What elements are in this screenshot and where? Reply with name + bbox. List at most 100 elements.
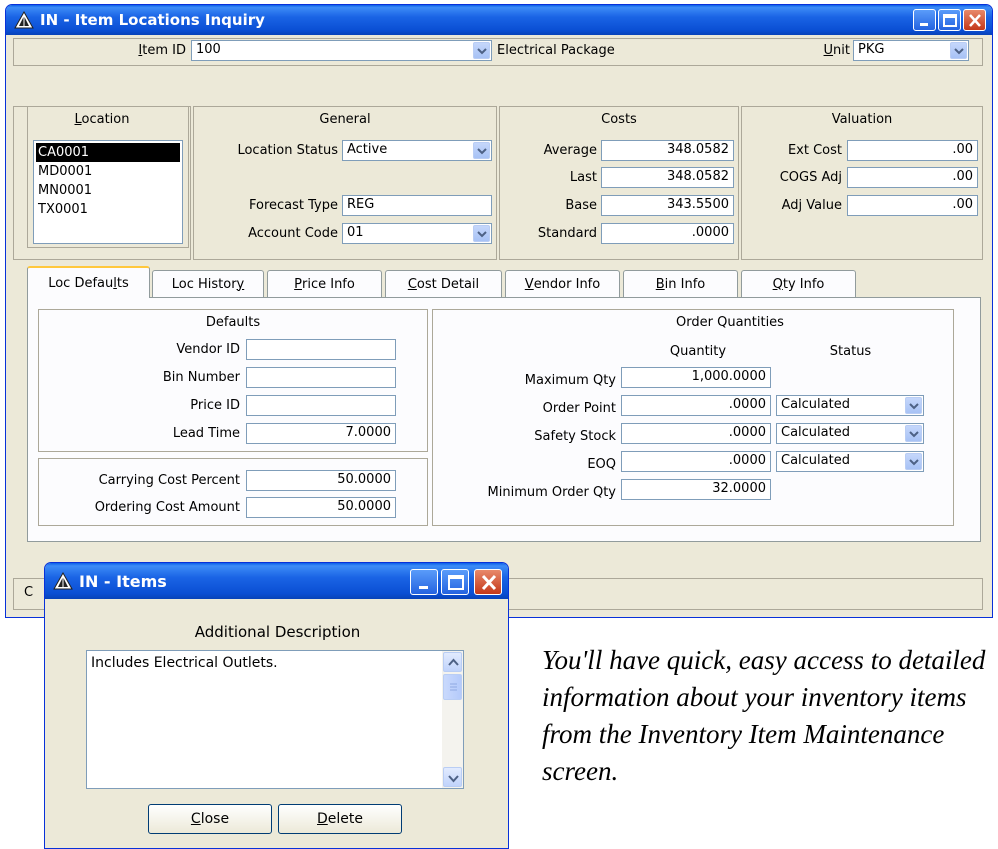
maximize-button[interactable] — [938, 9, 961, 31]
tab-qty-info[interactable]: Qty Info — [741, 270, 856, 297]
min-order-qty-label: Minimum Order Qty — [487, 485, 616, 500]
price-id-field[interactable] — [246, 395, 396, 416]
cost-label-last: Last — [569, 170, 597, 185]
items-maximize-button[interactable] — [441, 569, 469, 595]
scroll-down-button[interactable] — [443, 767, 462, 787]
cost-label-base: Base — [565, 198, 597, 213]
item-id-dropdown-button[interactable] — [473, 42, 490, 59]
minimize-icon — [920, 23, 928, 26]
location-list[interactable]: CA0001 MD0001 MN0001 TX0001 — [33, 140, 183, 244]
carrying-cost-label: Carrying Cost Percent — [98, 473, 240, 488]
tab-loc-defaults[interactable]: Loc Defau l ts — [27, 266, 150, 298]
min-order-qty-field[interactable]: 32.0000 — [621, 479, 771, 500]
ext-cost-field[interactable]: .00 — [847, 140, 978, 161]
vendor-id-field[interactable] — [246, 339, 396, 360]
cost-standard-field[interactable]: .0000 — [601, 223, 734, 244]
close-window-button[interactable] — [963, 9, 986, 31]
location-status-combo[interactable]: Active — [342, 140, 492, 161]
location-list-item[interactable]: MN0001 — [36, 181, 180, 200]
order-point-status-combo[interactable]: Calculated — [776, 395, 924, 416]
cost-average-field[interactable]: 348.0582 — [601, 140, 734, 161]
tab-bin-info[interactable]: Bin Info — [623, 270, 738, 297]
location-list-item[interactable]: TX0001 — [36, 200, 180, 219]
close-button[interactable]: Close — [148, 804, 272, 834]
status-header: Status — [829, 344, 872, 359]
lead-time-field[interactable]: 7.0000 — [246, 423, 396, 444]
additional-description-label: Additional Description — [194, 623, 361, 641]
delete-button[interactable]: Delete — [278, 804, 402, 834]
valuation-title: Valuation — [831, 112, 893, 127]
safety-stock-status-dropdown-button[interactable] — [905, 425, 922, 442]
cost-label-standard: Standard — [537, 226, 597, 241]
account-code-value: 01 — [347, 225, 364, 240]
tab-cost-detail[interactable]: Cost Detail — [385, 270, 502, 297]
cost-base-field[interactable]: 343.5500 — [601, 195, 734, 216]
unit-label: Unit — [823, 43, 850, 58]
location-status-label: Location Status — [237, 143, 338, 158]
items-window-title: IN - Items — [79, 571, 167, 591]
chevron-down-icon — [477, 148, 487, 155]
minimize-icon — [419, 586, 428, 589]
location-list-item[interactable]: CA0001 — [36, 143, 180, 162]
app-logo-icon — [14, 11, 34, 29]
location-list-item[interactable]: MD0001 — [36, 162, 180, 181]
safety-stock-status-combo[interactable]: Calculated — [776, 423, 924, 444]
maximize-icon — [943, 14, 957, 27]
items-close-window-button[interactable] — [474, 569, 502, 595]
max-qty-field[interactable]: 1,000.0000 — [621, 367, 771, 388]
safety-stock-status-value: Calculated — [781, 425, 850, 440]
item-id-combo[interactable]: 100 — [191, 40, 492, 61]
order-point-status-value: Calculated — [781, 397, 850, 412]
eoq-field[interactable]: .0000 — [621, 451, 771, 472]
unit-dropdown-button[interactable] — [950, 42, 967, 59]
order-point-field[interactable]: .0000 — [621, 395, 771, 416]
chevron-down-icon — [477, 231, 487, 238]
order-point-status-dropdown-button[interactable] — [905, 397, 922, 414]
forecast-type-field[interactable]: REG — [342, 195, 492, 216]
scroll-up-button[interactable] — [443, 652, 462, 672]
eoq-status-combo[interactable]: Calculated — [776, 451, 924, 472]
description-text: Includes Electrical Outlets. — [91, 655, 278, 671]
account-code-combo[interactable]: 01 — [342, 223, 492, 244]
description-scrollbar[interactable] — [442, 651, 463, 788]
description-textarea[interactable]: Includes Electrical Outlets. — [86, 650, 464, 789]
valuation-label-cogs-adj: COGS Adj — [779, 170, 842, 185]
location-title: Location — [74, 112, 130, 127]
app-logo-icon — [53, 572, 73, 590]
scroll-thumb[interactable] — [443, 674, 462, 700]
main-title-bar[interactable]: IN - Item Locations Inquiry — [6, 5, 992, 35]
account-code-dropdown-button[interactable] — [473, 225, 490, 242]
location-status-dropdown-button[interactable] — [473, 142, 490, 159]
items-window: IN - Items Additional Description Includ… — [44, 562, 509, 849]
account-code-label: Account Code — [248, 226, 338, 241]
items-minimize-button[interactable] — [410, 569, 438, 595]
chevron-down-icon — [909, 403, 919, 410]
main-window-title: IN - Item Locations Inquiry — [40, 11, 265, 29]
chevron-down-icon — [909, 459, 919, 466]
tab-price-info[interactable]: Price Info — [267, 270, 382, 297]
bin-number-field[interactable] — [246, 367, 396, 388]
tab-loc-history[interactable]: Loc Histor y — [152, 270, 264, 297]
ordering-cost-field[interactable]: 50.0000 — [246, 497, 396, 518]
cost-last-field[interactable]: 348.0582 — [601, 167, 734, 188]
tab-vendor-info[interactable]: Vendor Info — [505, 270, 620, 297]
item-description: Electrical Package — [497, 43, 615, 58]
item-id-value: 100 — [196, 42, 221, 57]
adj-value-field[interactable]: .00 — [847, 195, 978, 216]
vendor-id-label: Vendor ID — [176, 342, 240, 357]
minimize-button[interactable] — [913, 9, 936, 31]
cogs-adj-field[interactable]: .00 — [847, 167, 978, 188]
chevron-down-icon — [954, 48, 964, 55]
safety-stock-label: Safety Stock — [534, 429, 616, 444]
eoq-status-dropdown-button[interactable] — [905, 453, 922, 470]
carrying-cost-field[interactable]: 50.0000 — [246, 470, 396, 491]
unit-combo[interactable]: PKG — [853, 40, 969, 61]
item-id-label: Item ID — [138, 43, 186, 58]
chevron-down-icon — [448, 775, 459, 783]
costs-title: Costs — [601, 112, 637, 127]
valuation-label-ext-cost: Ext Cost — [787, 143, 842, 158]
safety-stock-field[interactable]: .0000 — [621, 423, 771, 444]
maximize-icon — [448, 575, 464, 590]
chevron-down-icon — [477, 48, 487, 55]
caption-text: You'll have quick, easy access to detail… — [542, 645, 986, 786]
